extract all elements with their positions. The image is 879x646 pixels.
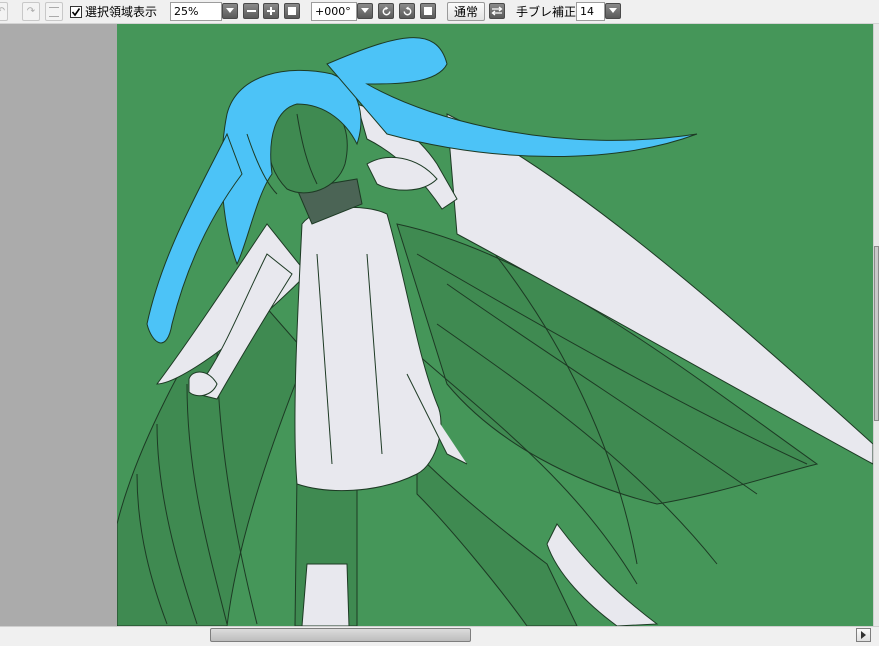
show-selection-toggle[interactable]: 選択領域表示	[70, 2, 157, 21]
undo-button[interactable]: ↶	[0, 2, 8, 21]
checkmark-icon	[71, 7, 81, 16]
undo-icon: ↶	[0, 6, 6, 17]
rotate-reset-icon	[424, 7, 432, 15]
vertical-scroll-thumb[interactable]	[874, 246, 879, 421]
zoom-out-icon	[246, 10, 256, 12]
zoom-out-button[interactable]	[243, 3, 259, 19]
chevron-down-icon	[361, 8, 369, 13]
stabilizer-dropdown-button[interactable]	[605, 3, 621, 19]
zoom-reset-button[interactable]	[284, 3, 300, 19]
blend-mode-button[interactable]: 通常	[447, 2, 485, 21]
chevron-down-icon	[226, 8, 234, 13]
drawing-canvas[interactable]	[117, 24, 873, 626]
rotation-dropdown-button[interactable]	[357, 3, 373, 19]
zoom-value: 25%	[174, 5, 199, 18]
stabilizer-value: 14	[580, 5, 594, 18]
flip-horizontal-button[interactable]	[489, 3, 505, 19]
rotate-reset-button[interactable]	[420, 3, 436, 19]
deselect-icon	[49, 6, 59, 17]
rotate-left-button[interactable]	[378, 3, 394, 19]
show-selection-label: 選択領域表示	[85, 5, 158, 19]
blend-mode-label: 通常	[453, 5, 478, 19]
rotation-combo[interactable]: +000°	[311, 2, 357, 21]
chevron-down-icon	[609, 8, 617, 13]
zoom-combo[interactable]: 25%	[170, 2, 222, 21]
stabilizer-combo[interactable]: 14	[576, 2, 605, 21]
rotate-right-button[interactable]	[399, 3, 415, 19]
stabilizer-label: 手ブレ補正	[516, 5, 577, 19]
deselect-button[interactable]	[45, 2, 63, 21]
show-selection-checkbox[interactable]	[70, 5, 82, 18]
arrow-right-icon	[861, 631, 866, 639]
scroll-right-button[interactable]	[856, 628, 871, 642]
boot-left	[301, 563, 350, 626]
zoom-reset-icon	[288, 7, 296, 15]
zoom-in-icon	[267, 7, 275, 15]
rotation-value: +000°	[315, 5, 351, 18]
horizontal-scroll-thumb[interactable]	[210, 628, 471, 642]
artwork-illustration	[117, 37, 873, 626]
rotate-right-icon	[403, 5, 411, 15]
canvas-toolbar: ↶ ↷ 選択領域表示 25% +000° 通常 手ブレ補正 14	[0, 0, 879, 24]
flip-horizontal-icon	[491, 6, 503, 16]
redo-icon: ↷	[26, 6, 36, 17]
zoom-dropdown-button[interactable]	[222, 3, 238, 19]
rotate-left-icon	[382, 5, 390, 15]
zoom-in-button[interactable]	[263, 3, 279, 19]
redo-button[interactable]: ↷	[22, 2, 40, 21]
